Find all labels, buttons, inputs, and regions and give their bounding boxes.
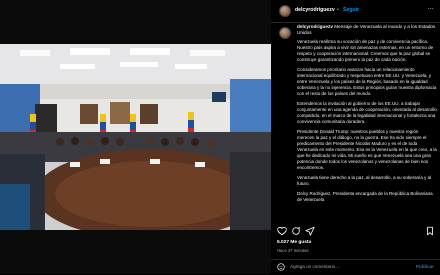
caption-paragraph: Extendemos la invitación al gobierno de … [297, 101, 437, 124]
heart-icon[interactable] [277, 226, 287, 236]
emoji-icon[interactable] [277, 263, 285, 271]
meeting-room-photo [0, 44, 271, 230]
action-bar [275, 226, 437, 238]
bookmark-icon[interactable] [425, 226, 435, 236]
post-time[interactable]: Hace 27 minutos [277, 248, 308, 253]
caption-avatar[interactable] [279, 27, 291, 39]
post-header: delcyrodriguezv • Seguir ... [271, 0, 440, 23]
post-side-panel: delcyrodriguezv • Seguir ... delcyrodrig… [271, 0, 440, 274]
caption-username[interactable]: delcyrodriguezv [297, 24, 333, 29]
caption-heading: delcyrodriguezv Mensaje de Venezuela al … [297, 24, 437, 36]
caption-paragraph: Consideramos prioritario avanzar hacia u… [297, 67, 437, 96]
more-icon[interactable]: ... [427, 5, 434, 11]
comment-icon[interactable] [291, 226, 301, 236]
post-photo[interactable] [0, 44, 271, 230]
caption: delcyrodriguezv Mensaje de Venezuela al … [297, 24, 437, 216]
instagram-post-window: delcyrodriguezv • Seguir ... delcyrodrig… [0, 0, 440, 274]
separator-dot: • [337, 7, 339, 13]
comment-input[interactable]: Agrega un comentario... [290, 264, 339, 269]
caption-paragraph: Venezuela tiene derecho a la paz, al des… [297, 175, 432, 187]
comment-bar: Agrega un comentario... Publicar [271, 259, 440, 275]
caption-paragraph: Delcy Rodríguez, Presidenta encargada de… [297, 191, 433, 203]
avatar[interactable] [279, 5, 291, 17]
likes-count[interactable]: 5.027 Me gusta [277, 240, 311, 245]
share-icon[interactable] [305, 226, 315, 236]
follow-button[interactable]: Seguir [343, 7, 359, 13]
caption-paragraph: Presidente Donald Trump: nuestros pueblo… [297, 129, 437, 170]
publish-button[interactable]: Publicar [416, 264, 434, 269]
caption-paragraph: Venezuela reafirma su vocación de paz y … [297, 39, 434, 62]
username[interactable]: delcyrodriguezv [295, 7, 335, 13]
